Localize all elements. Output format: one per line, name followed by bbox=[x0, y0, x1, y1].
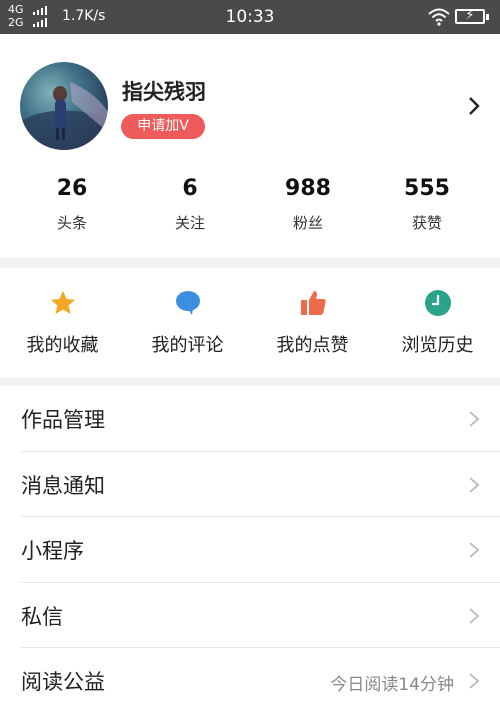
action-likes[interactable]: 我的点赞 bbox=[250, 288, 375, 357]
action-comments[interactable]: 我的评论 bbox=[125, 288, 250, 357]
chevron-right-icon bbox=[469, 607, 480, 624]
quick-actions: 我的收藏 我的评论 我的点赞 浏览历史 bbox=[0, 268, 500, 378]
stat-value: 26 bbox=[56, 176, 88, 201]
action-favorites[interactable]: 我的收藏 bbox=[0, 288, 125, 357]
section-separator bbox=[0, 258, 500, 268]
profile-stats: 26 头条 6 关注 988 粉丝 555 获赞 bbox=[0, 174, 500, 244]
stat-label: 头条 bbox=[56, 214, 87, 232]
stat-label: 获赞 bbox=[411, 214, 442, 232]
stat-label: 关注 bbox=[174, 214, 205, 232]
stat-following[interactable]: 6 关注 bbox=[130, 174, 250, 233]
avatar-image bbox=[20, 62, 108, 150]
menu-item-label: 作品管理 bbox=[21, 408, 105, 432]
profile-header[interactable]: 指尖残羽 申请加V 26 头条 6 关注 988 粉丝 555 获赞 bbox=[0, 34, 500, 258]
action-label: 浏览历史 bbox=[401, 335, 474, 356]
menu-item-private-messages[interactable]: 私信 bbox=[0, 582, 500, 648]
status-time: 10:33 bbox=[225, 7, 275, 27]
stat-articles[interactable]: 26 头条 bbox=[12, 174, 132, 233]
stat-value: 555 bbox=[404, 176, 450, 201]
stat-label: 粉丝 bbox=[292, 214, 323, 232]
chevron-right-icon[interactable] bbox=[466, 96, 482, 116]
section-separator bbox=[0, 378, 500, 386]
chevron-right-icon bbox=[469, 542, 480, 558]
chevron-right-icon bbox=[469, 476, 480, 493]
clock-icon bbox=[424, 290, 451, 316]
battery-icon: ⚡ bbox=[455, 8, 489, 24]
stat-value: 6 bbox=[182, 176, 198, 201]
reading-time-value: 今日阅读14分钟 bbox=[330, 675, 454, 695]
thumbs-up-icon bbox=[300, 291, 326, 315]
status-bar: 4G 2G 1.7K/s 10:33 ⚡ bbox=[0, 0, 500, 34]
apply-verification-button[interactable]: 申请加V bbox=[121, 114, 205, 139]
avatar[interactable] bbox=[20, 62, 108, 150]
menu-item-label: 私信 bbox=[21, 604, 63, 629]
stat-value: 988 bbox=[285, 176, 331, 201]
action-label: 我的点赞 bbox=[276, 335, 349, 356]
menu-item-label: 阅读公益 bbox=[21, 670, 105, 694]
comment-icon bbox=[175, 291, 200, 315]
menu-item-notifications[interactable]: 消息通知 bbox=[0, 451, 500, 517]
menu-item-reading-charity[interactable]: 阅读公益 今日阅读14分钟 bbox=[0, 648, 500, 711]
chevron-right-icon bbox=[469, 673, 480, 689]
action-label: 我的评论 bbox=[151, 335, 224, 356]
action-history[interactable]: 浏览历史 bbox=[375, 288, 500, 357]
menu-item-label: 小程序 bbox=[21, 539, 84, 563]
menu-item-mini-programs[interactable]: 小程序 bbox=[0, 517, 500, 583]
action-label: 我的收藏 bbox=[26, 335, 99, 356]
menu-item-label: 消息通知 bbox=[21, 473, 105, 498]
chevron-right-icon bbox=[469, 411, 480, 427]
settings-menu: 作品管理 消息通知 小程序 私信 阅读公益 今日阅读14分钟 bbox=[0, 386, 500, 711]
wifi-icon bbox=[428, 8, 450, 26]
star-icon bbox=[50, 291, 75, 314]
menu-item-works-management[interactable]: 作品管理 bbox=[0, 386, 500, 452]
stat-followers[interactable]: 988 粉丝 bbox=[248, 174, 368, 233]
username: 指尖残羽 bbox=[122, 80, 206, 104]
stat-likes-received[interactable]: 555 获赞 bbox=[367, 174, 487, 233]
